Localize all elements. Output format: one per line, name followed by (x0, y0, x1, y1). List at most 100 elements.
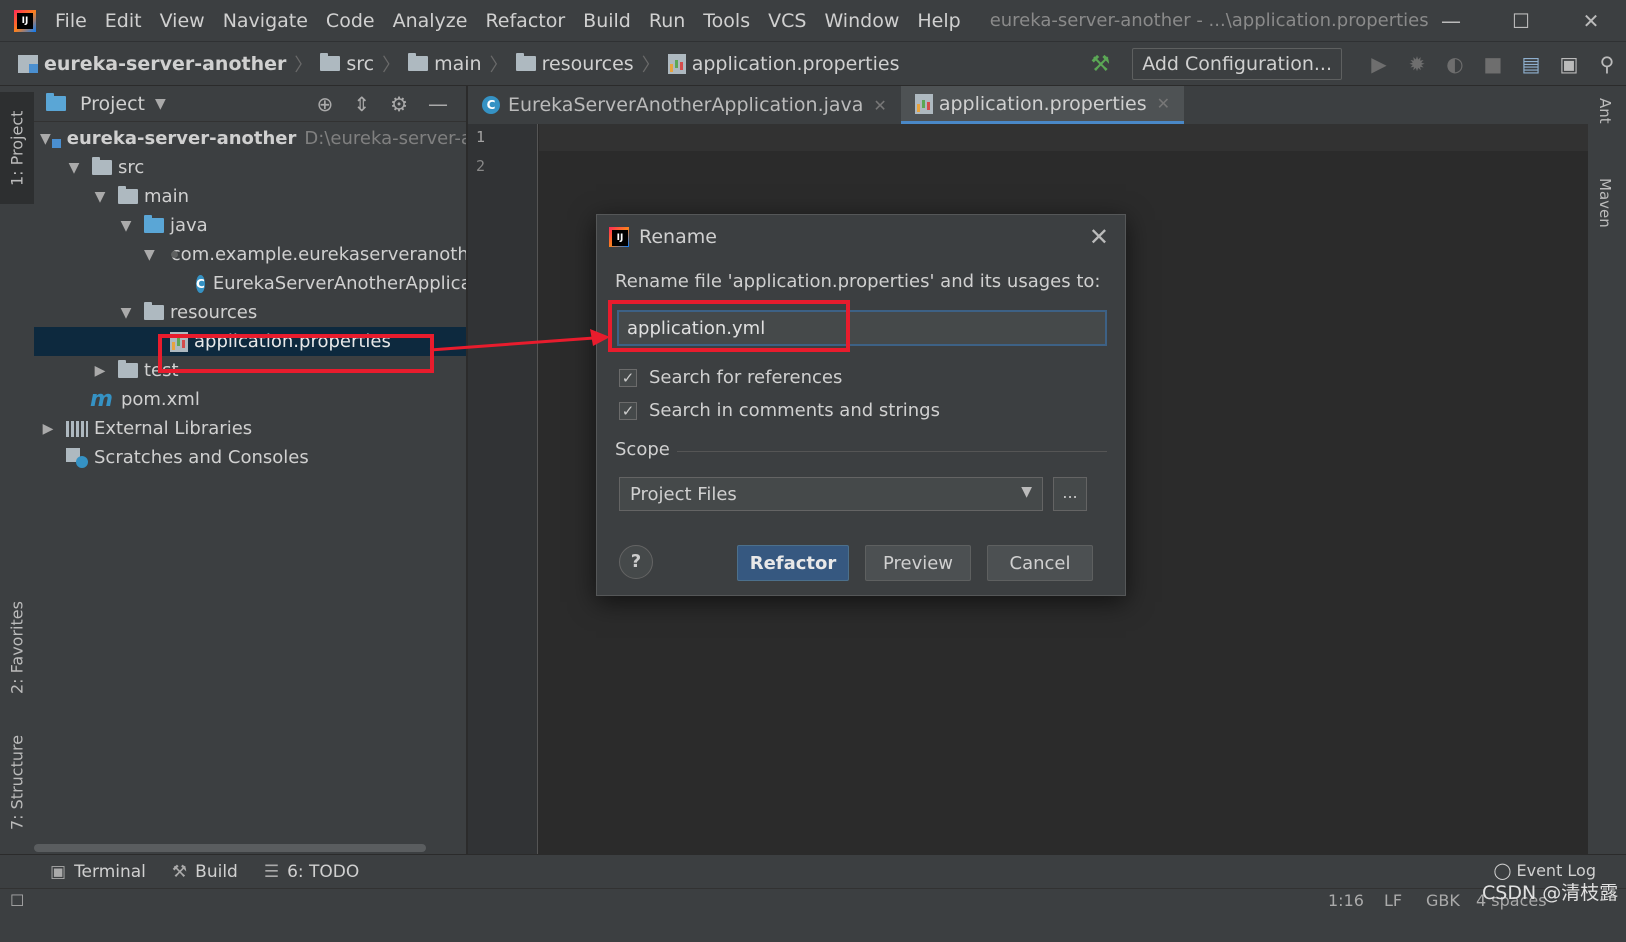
collapsed-arrow-icon[interactable]: ▶ (40, 421, 56, 437)
tree-item-root[interactable]: ▼ eureka-server-another D:\eureka-server… (34, 124, 466, 153)
build-hammer-icon[interactable]: ⚒ (1090, 52, 1110, 77)
breadcrumb-label: src (346, 52, 375, 75)
project-tool-tab[interactable]: 1: Project (0, 92, 34, 204)
terminal-tool-button[interactable]: ▣ Terminal (50, 862, 146, 882)
toolbar-right: ⚒ Add Configuration... ▶ ✹ ◐ ■ ▤ ▣ ⚲ (1090, 42, 1626, 86)
tree-item-resources[interactable]: ▼ resources (34, 298, 466, 327)
gear-icon[interactable]: ⚙ (390, 92, 408, 116)
run-icon[interactable]: ▶ (1368, 52, 1390, 76)
collapsed-arrow-icon[interactable]: ▶ (92, 363, 108, 379)
coverage-icon[interactable]: ◐ (1444, 52, 1466, 76)
ant-tool-tab[interactable]: Ant (1596, 98, 1614, 124)
close-tab-icon[interactable]: ✕ (873, 96, 886, 115)
preview-button[interactable]: Preview (865, 545, 971, 581)
breadcrumb-src[interactable]: src (320, 53, 374, 75)
project-view-selector[interactable]: Project (80, 93, 145, 115)
chevron-right-icon: 〉 (294, 54, 313, 76)
expanded-arrow-icon[interactable]: ▼ (144, 247, 155, 263)
tree-item-scratches[interactable]: Scratches and Consoles (34, 443, 466, 472)
breadcrumb-file[interactable]: application.properties (667, 53, 900, 75)
locate-target-icon[interactable]: ⊕ (317, 92, 334, 116)
tree-item-external-libraries[interactable]: ▶ External Libraries (34, 414, 466, 443)
minimize-icon[interactable]: — (1416, 0, 1486, 42)
todo-tool-button[interactable]: ☰ 6: TODO (264, 862, 359, 882)
file-encoding[interactable]: GBK (1426, 891, 1460, 910)
breadcrumb-main[interactable]: main (408, 53, 482, 75)
menu-refactor[interactable]: Refactor (485, 10, 565, 32)
tree-item-class[interactable]: C EurekaServerAnotherApplicat (34, 269, 466, 298)
search-comments-checkbox[interactable]: ✓ Search in comments and strings (619, 400, 940, 421)
terminal-toolbar-icon[interactable]: ▣ (1558, 52, 1580, 76)
menu-code[interactable]: Code (326, 10, 375, 32)
build-tool-button[interactable]: ⚒ Build (172, 862, 238, 882)
help-button[interactable]: ? (619, 545, 653, 579)
tree-item-pom[interactable]: m pom.xml (34, 385, 466, 414)
expanded-arrow-icon[interactable]: ▼ (92, 189, 108, 205)
toggle-tool-windows-icon[interactable]: ☐ (10, 891, 24, 910)
hide-panel-icon[interactable]: — (428, 92, 448, 116)
tool-label: Build (195, 861, 238, 882)
menu-build[interactable]: Build (583, 10, 631, 32)
search-icon[interactable]: ⚲ (1596, 52, 1618, 76)
dropdown-caret-icon[interactable]: ▼ (155, 96, 166, 112)
navigation-bar: eureka-server-another 〉 src 〉 main 〉 res… (0, 42, 1626, 86)
tool-label: 6: TODO (287, 861, 360, 882)
menu-help[interactable]: Help (917, 10, 960, 32)
tree-item-package[interactable]: ▼ com.example.eurekaserveranothe (34, 240, 466, 269)
chevron-right-icon: 〉 (489, 54, 508, 76)
favorites-tool-tab[interactable]: 2: Favorites (0, 584, 34, 712)
menu-tools[interactable]: Tools (703, 10, 750, 32)
horizontal-scrollbar[interactable] (34, 844, 426, 852)
scope-more-button[interactable]: ... (1053, 477, 1087, 511)
expanded-arrow-icon[interactable]: ▼ (40, 131, 51, 147)
cancel-button[interactable]: Cancel (987, 545, 1093, 581)
menu-file[interactable]: File (55, 10, 87, 32)
menu-view[interactable]: View (160, 10, 205, 32)
close-icon[interactable]: ✕ (1089, 223, 1109, 251)
bottom-tool-bar: ▣ Terminal ⚒ Build ☰ 6: TODO ◯ Event Log (0, 854, 1626, 888)
list-icon: ☰ (263, 861, 280, 882)
chevron-down-icon: ▼ (1021, 484, 1032, 500)
menu-analyze[interactable]: Analyze (393, 10, 468, 32)
structure-tool-tab[interactable]: 7: Structure (0, 722, 34, 842)
source-folder-icon (144, 215, 164, 233)
menu-vcs[interactable]: VCS (768, 10, 806, 32)
close-window-icon[interactable]: ✕ (1556, 0, 1626, 42)
menu-window[interactable]: Window (824, 10, 899, 32)
editor-tab-bar: C EurekaServerAnotherApplication.java ✕ … (468, 86, 1588, 124)
expanded-arrow-icon[interactable]: ▼ (66, 160, 82, 176)
tree-item-label: src (118, 157, 145, 178)
tab-application-properties[interactable]: application.properties ✕ (900, 86, 1185, 124)
tree-item-main[interactable]: ▼ main (34, 182, 466, 211)
project-structure-icon[interactable]: ▤ (1520, 52, 1542, 76)
tree-item-java[interactable]: ▼ java (34, 211, 466, 240)
chevron-right-icon: 〉 (382, 54, 401, 76)
scope-select[interactable]: Project Files ▼ (619, 477, 1043, 511)
menu-edit[interactable]: Edit (105, 10, 142, 32)
tab-eureka-application-java[interactable]: C EurekaServerAnotherApplication.java ✕ (468, 86, 901, 124)
expanded-arrow-icon[interactable]: ▼ (118, 218, 134, 234)
dialog-title-bar: Rename ✕ (597, 215, 1125, 259)
tree-item-label: resources (170, 302, 258, 323)
close-tab-icon[interactable]: ✕ (1157, 94, 1170, 113)
add-configuration-button[interactable]: Add Configuration... (1132, 48, 1342, 80)
tree-item-src[interactable]: ▼ src (34, 153, 466, 182)
maven-tool-tab[interactable]: Maven (1596, 178, 1614, 228)
line-separator[interactable]: LF (1384, 891, 1402, 910)
checkbox-label: Search for references (649, 367, 843, 388)
dialog-title: Rename (639, 226, 717, 248)
menu-navigate[interactable]: Navigate (223, 10, 308, 32)
collapse-all-icon[interactable]: ⇕ (353, 92, 370, 116)
tab-label: EurekaServerAnotherApplication.java (508, 94, 864, 116)
breadcrumb-resources[interactable]: resources (515, 53, 634, 75)
menu-run[interactable]: Run (649, 10, 685, 32)
breadcrumb-project[interactable]: eureka-server-another (18, 53, 286, 75)
refactor-button[interactable]: Refactor (737, 545, 849, 581)
expanded-arrow-icon[interactable]: ▼ (118, 305, 134, 321)
debug-icon[interactable]: ✹ (1406, 52, 1428, 76)
folder-icon (118, 360, 138, 378)
maximize-icon[interactable]: ☐ (1486, 0, 1556, 42)
stop-icon[interactable]: ■ (1482, 52, 1504, 76)
search-references-checkbox[interactable]: ✓ Search for references (619, 367, 842, 388)
caret-position[interactable]: 1:16 (1328, 891, 1364, 910)
